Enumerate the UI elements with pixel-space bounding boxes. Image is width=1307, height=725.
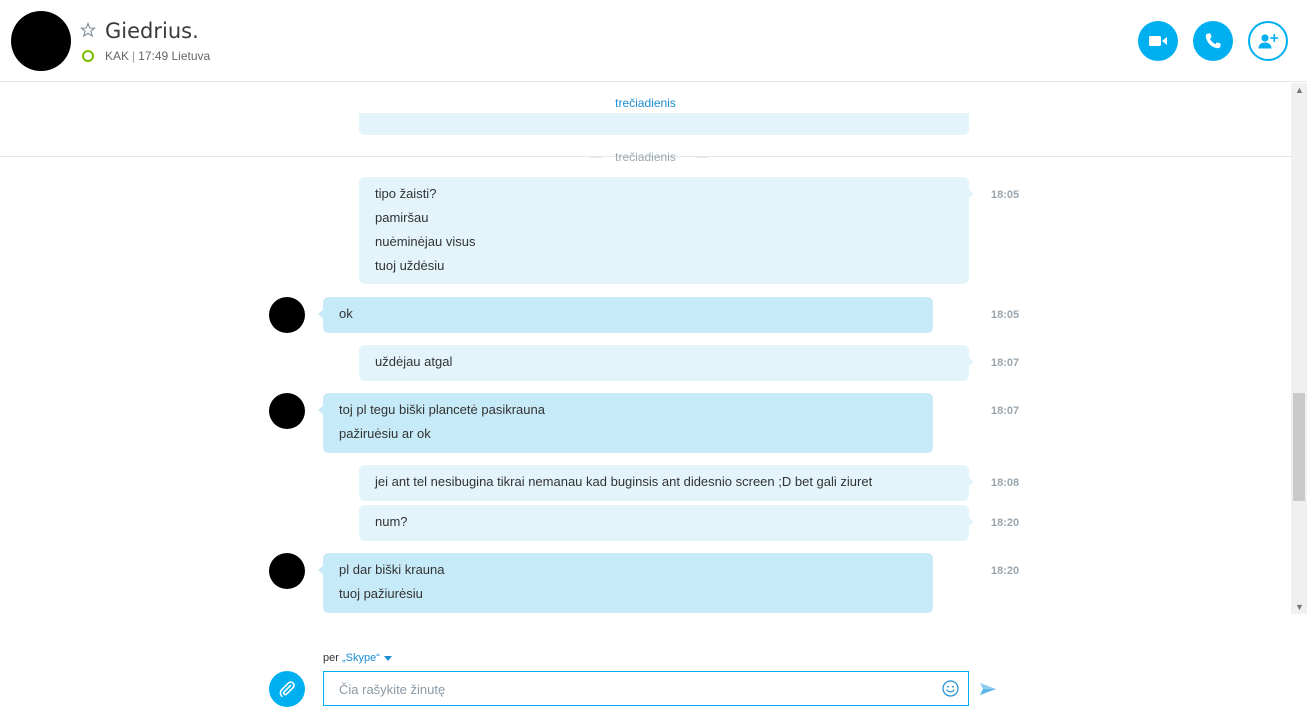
audio-call-button[interactable] <box>1193 21 1233 61</box>
scroll-up-arrow-icon[interactable]: ▲ <box>1295 85 1304 95</box>
scroll-down-arrow-icon[interactable]: ▼ <box>1295 602 1304 612</box>
message-timestamp: 18:07 <box>991 357 1020 369</box>
status-location: KAK <box>105 49 130 63</box>
message-timestamp: 18:20 <box>991 517 1020 529</box>
emoticon-icon[interactable] <box>942 680 959 697</box>
video-call-button[interactable] <box>1138 21 1178 61</box>
message-timestamp: 18:05 <box>991 189 1020 201</box>
message-bubble-incoming[interactable]: ok <box>318 297 933 333</box>
status-time: 17:49 Lietuva <box>138 49 211 63</box>
divider-line-right <box>696 157 708 158</box>
send-via-selector[interactable]: per „Skype“ <box>323 652 392 664</box>
scrolled-message-ghost <box>359 113 969 135</box>
contact-avatar[interactable] <box>11 11 71 71</box>
sender-avatar[interactable] <box>269 297 305 333</box>
send-message-icon[interactable] <box>979 680 997 698</box>
message-text: toj pl tegu biški plancetė pasikrauna <box>339 402 545 417</box>
message-timestamp: 18:08 <box>991 477 1020 489</box>
message-input-box[interactable] <box>323 671 969 706</box>
message-text: pažiruėsiu ar ok <box>339 426 431 441</box>
presence-online-icon <box>82 50 94 62</box>
send-via-prefix: per <box>323 652 339 664</box>
message-input[interactable] <box>339 680 919 698</box>
add-contact-icon <box>1258 34 1279 49</box>
send-via-service[interactable]: „Skype“ <box>342 652 380 664</box>
message-timestamp: 18:20 <box>991 565 1020 577</box>
chat-scrollbar[interactable]: ▲ ▼ <box>1291 83 1307 614</box>
message-bubble-outgoing[interactable]: tipo žaisti? pamiršau nuėminėjau visus t… <box>359 177 974 284</box>
favorite-star-icon[interactable] <box>80 22 96 38</box>
video-call-icon <box>1149 36 1167 46</box>
message-bubble-incoming[interactable]: pl dar biški krauna tuoj pažiurėsiu <box>318 553 933 613</box>
sender-avatar[interactable] <box>269 393 305 429</box>
message-text: tipo žaisti? <box>375 186 437 201</box>
sticky-date-header: trečiadienis <box>0 83 1291 157</box>
date-divider-label: trečiadienis <box>615 150 676 164</box>
audio-call-icon <box>1205 33 1221 49</box>
message-timestamp: 18:05 <box>991 309 1020 321</box>
status-separator: | <box>132 49 136 63</box>
sticky-date-label: trečiadienis <box>615 96 676 110</box>
message-text: pl dar biški krauna <box>339 562 445 577</box>
message-text: uždėjau atgal <box>375 354 453 369</box>
contact-name[interactable]: Giedrius. <box>105 19 199 43</box>
chat-header: Giedrius. KAK | 17:49 Lietuva <box>0 0 1307 82</box>
message-bubble-outgoing[interactable]: jei ant tel nesibugina tikrai nemanau ka… <box>359 465 974 501</box>
message-bubble-outgoing[interactable]: num? <box>359 505 974 541</box>
message-text: jei ant tel nesibugina tikrai nemanau ka… <box>375 474 873 489</box>
chevron-down-icon[interactable] <box>383 655 392 661</box>
scrollbar-thumb[interactable] <box>1293 393 1305 501</box>
contact-status: KAK | 17:49 Lietuva <box>105 49 210 63</box>
message-text: tuoj uždėsiu <box>375 258 445 273</box>
message-text: num? <box>375 514 408 529</box>
message-text: tuoj pažiurėsiu <box>339 586 423 601</box>
message-bubble-incoming[interactable]: toj pl tegu biški plancetė pasikrauna pa… <box>318 393 933 453</box>
message-bubble-outgoing[interactable]: uždėjau atgal <box>359 345 974 381</box>
message-timestamp: 18:07 <box>991 405 1020 417</box>
message-text: ok <box>339 306 353 321</box>
message-text: pamiršau <box>375 210 429 225</box>
paperclip-icon <box>279 681 295 698</box>
date-divider: trečiadienis <box>0 150 1291 164</box>
sender-avatar[interactable] <box>269 553 305 589</box>
message-text: nuėminėjau visus <box>375 234 476 249</box>
add-contact-button[interactable] <box>1248 21 1288 61</box>
attach-button[interactable] <box>269 671 305 707</box>
